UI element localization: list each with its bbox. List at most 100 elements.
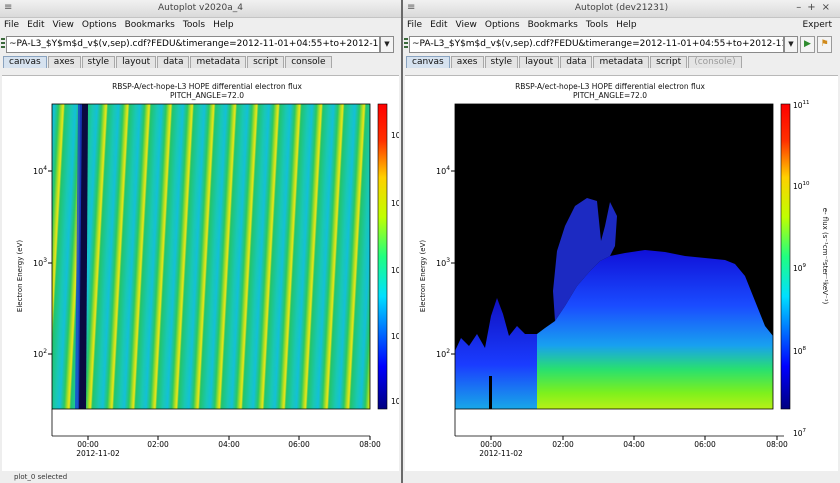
- menu-help[interactable]: Help: [209, 18, 238, 30]
- close-icon[interactable]: ×: [822, 2, 836, 13]
- window-controls: –+×: [796, 2, 836, 13]
- x-tick-label: 04:00: [218, 440, 240, 449]
- menu-options[interactable]: Options: [481, 18, 524, 30]
- drag-handle-icon[interactable]: [404, 38, 408, 50]
- tab-style[interactable]: style: [484, 56, 519, 68]
- right-address-row: ~PA-L3_$Y$m$d_v$(v,sep).cdf?FEDU&timeran…: [403, 36, 840, 53]
- tab-canvas[interactable]: canvas: [3, 56, 47, 68]
- x-tick-label: 04:00: [623, 440, 645, 449]
- go-button[interactable]: ▶: [800, 36, 815, 53]
- colorbar-tick-label: 1010: [793, 181, 810, 191]
- chevron-down-icon: ▼: [788, 40, 794, 48]
- x-tick-label: 08:00: [766, 440, 788, 449]
- right-plot-title: RBSP-A/ect-hope-L3 HOPE differential ele…: [515, 82, 705, 91]
- tab-script[interactable]: script: [247, 56, 285, 68]
- tab-layout[interactable]: layout: [519, 56, 560, 68]
- right-uri-dropdown-button[interactable]: ▼: [784, 36, 798, 53]
- tab-metadata[interactable]: metadata: [190, 56, 247, 68]
- menu-file[interactable]: File: [403, 18, 426, 30]
- tab-axes[interactable]: axes: [47, 56, 81, 68]
- colorbar-tick-label: 10: [391, 266, 399, 275]
- left-spectrogram-image: [52, 104, 370, 409]
- y-tick-label: 103: [436, 257, 450, 268]
- drag-handle-icon[interactable]: [1, 38, 5, 50]
- left-spectrogram-svg: RBSP-A/ect-hope-L3 HOPE differential ele…: [16, 82, 401, 458]
- colorbar-tick-label: 108: [793, 346, 807, 356]
- x-date-label: 2012-11-02: [76, 449, 120, 458]
- chevron-down-icon: ▼: [384, 40, 390, 48]
- tab-data[interactable]: data: [157, 56, 190, 68]
- expert-menu[interactable]: Expert: [799, 18, 837, 30]
- menu-edit[interactable]: Edit: [426, 18, 451, 30]
- right-y-axis-label: Electron Energy (eV): [419, 240, 427, 312]
- right-colorbar-label: e- flux (s⁻¹cm⁻²ster⁻¹keV⁻¹): [821, 208, 829, 305]
- y-tick-label: 104: [436, 165, 450, 176]
- menu-bookmarks[interactable]: Bookmarks: [121, 18, 179, 30]
- left-colorbar-ticks: 10 10 10 10 10: [391, 131, 401, 406]
- right-spectrogram-svg: RBSP-A/ect-hope-L3 HOPE differential ele…: [419, 82, 829, 458]
- colorbar-tick-label: 10: [391, 397, 399, 406]
- menu-options[interactable]: Options: [78, 18, 121, 30]
- left-uri-field[interactable]: ~PA-L3_$Y$m$d_v$(v,sep).cdf?FEDU&timeran…: [6, 36, 380, 53]
- minimize-icon[interactable]: –: [796, 2, 807, 13]
- tab-console[interactable]: (console): [688, 56, 742, 68]
- x-tick-label: 00:00: [480, 440, 502, 449]
- tab-layout[interactable]: layout: [116, 56, 157, 68]
- menu-edit[interactable]: Edit: [23, 18, 48, 30]
- right-title-bar[interactable]: ≡ Autoplot (dev21231) –+×: [403, 0, 840, 18]
- right-plot-subtitle: PITCH_ANGLE=72.0: [573, 91, 647, 100]
- tab-data[interactable]: data: [560, 56, 593, 68]
- right-uri-field[interactable]: ~PA-L3_$Y$m$d_v$(v,sep).cdf?FEDU&timeran…: [409, 36, 784, 53]
- bookmark-button[interactable]: ⚑: [817, 36, 832, 53]
- right-y-ticks: 104 103 102: [436, 165, 455, 359]
- colorbar-tick-label: 109: [793, 263, 807, 273]
- left-x-ticks: 00:00 02:00 04:00 06:00 08:00 2012-11-02: [51, 409, 381, 458]
- left-plot-canvas[interactable]: RBSP-A/ect-hope-L3 HOPE differential ele…: [2, 75, 401, 471]
- x-tick-label: 08:00: [359, 440, 381, 449]
- colorbar-tick-label: 10: [391, 332, 399, 341]
- tab-axes[interactable]: axes: [450, 56, 484, 68]
- y-tick-label: 104: [33, 165, 47, 176]
- colorbar-tick-label: 10: [391, 131, 399, 140]
- left-y-axis-label: Electron Energy (eV): [16, 240, 24, 312]
- left-tab-strip: canvas axes style layout data metadata script c…: [0, 56, 401, 68]
- colorbar-tick-label: 1011: [793, 100, 810, 110]
- x-tick-label: 06:00: [694, 440, 716, 449]
- y-tick-label: 102: [436, 348, 450, 359]
- right-plot-canvas[interactable]: RBSP-A/ect-hope-L3 HOPE differential ele…: [405, 75, 838, 471]
- right-colorbar-ticks: 1011 1010 109 108 107: [793, 100, 810, 438]
- tab-script[interactable]: script: [650, 56, 688, 68]
- maximize-icon[interactable]: +: [807, 2, 821, 13]
- tab-style[interactable]: style: [81, 56, 116, 68]
- left-status-bar: plot_0 selected: [0, 471, 401, 483]
- left-address-row: ~PA-L3_$Y$m$d_v$(v,sep).cdf?FEDU&timeran…: [0, 36, 401, 53]
- menu-bookmarks[interactable]: Bookmarks: [524, 18, 582, 30]
- right-colorbar: [780, 103, 791, 410]
- right-autoplot-window: ≡ Autoplot (dev21231) –+× File Edit View Op…: [403, 0, 840, 483]
- left-autoplot-window: ≡ Autoplot v2020a_4 File Edit View Options B…: [0, 0, 401, 483]
- right-data-gap: [489, 376, 492, 409]
- left-colorbar: [377, 103, 388, 410]
- y-tick-label: 102: [33, 348, 47, 359]
- tab-console[interactable]: console: [285, 56, 332, 68]
- x-tick-label: 02:00: [552, 440, 574, 449]
- right-menu-bar: File Edit View Options Bookmarks Tools Help Ex…: [403, 18, 840, 32]
- left-menu-bar: File Edit View Options Bookmarks Tools Help: [0, 18, 401, 32]
- tab-metadata[interactable]: metadata: [593, 56, 650, 68]
- right-window-title: Autoplot (dev21231): [574, 3, 669, 13]
- left-plot-title: RBSP-A/ect-hope-L3 HOPE differential ele…: [112, 82, 302, 91]
- play-icon: ▶: [804, 39, 811, 49]
- x-tick-label: 00:00: [77, 440, 99, 449]
- menu-tools[interactable]: Tools: [582, 18, 612, 30]
- right-x-ticks: 00:00 02:00 04:00 06:00 08:00 2012-11-02: [454, 409, 788, 458]
- menu-file[interactable]: File: [0, 18, 23, 30]
- menu-help[interactable]: Help: [612, 18, 641, 30]
- left-uri-dropdown-button[interactable]: ▼: [380, 36, 394, 53]
- bookmark-icon: ⚑: [820, 39, 829, 49]
- menu-tools[interactable]: Tools: [179, 18, 209, 30]
- tab-canvas[interactable]: canvas: [406, 56, 450, 68]
- left-title-bar[interactable]: ≡ Autoplot v2020a_4: [0, 0, 401, 18]
- menu-view[interactable]: View: [452, 18, 481, 30]
- left-window-title: Autoplot v2020a_4: [158, 3, 243, 13]
- menu-view[interactable]: View: [49, 18, 78, 30]
